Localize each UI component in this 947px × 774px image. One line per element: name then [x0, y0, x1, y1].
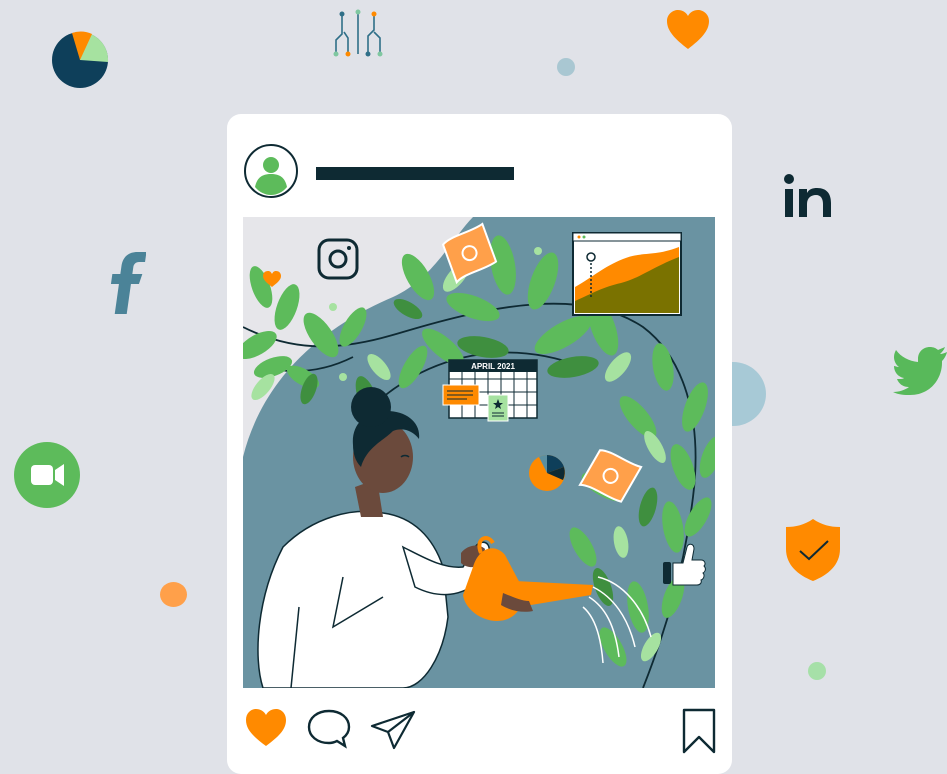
comment-icon[interactable] [306, 708, 352, 750]
social-post-card: APRIL 2021 [227, 114, 732, 774]
area-chart-window [572, 232, 682, 316]
calendar-icon: APRIL 2021 [442, 359, 538, 422]
pie-chart-icon [52, 31, 109, 88]
dot-decoration [808, 662, 826, 680]
share-icon[interactable] [370, 710, 416, 750]
bookmark-icon[interactable] [681, 707, 717, 755]
zoom-icon[interactable] [14, 442, 80, 508]
linkedin-icon[interactable] [783, 173, 835, 219]
post-image: APRIL 2021 [243, 217, 715, 688]
twitter-icon[interactable] [893, 345, 947, 395]
heart-decoration-icon [667, 10, 709, 49]
shield-check-icon [786, 519, 840, 581]
dot-decoration [557, 58, 575, 76]
dot-decoration [160, 582, 187, 607]
calendar-title: APRIL 2021 [471, 362, 515, 371]
circuit-icon [333, 9, 383, 57]
pie-chart-mini-icon [529, 454, 565, 491]
facebook-icon[interactable] [106, 248, 146, 318]
username-placeholder-bar [316, 167, 514, 180]
avatar-icon[interactable] [243, 143, 299, 199]
heart-icon[interactable] [244, 708, 288, 748]
